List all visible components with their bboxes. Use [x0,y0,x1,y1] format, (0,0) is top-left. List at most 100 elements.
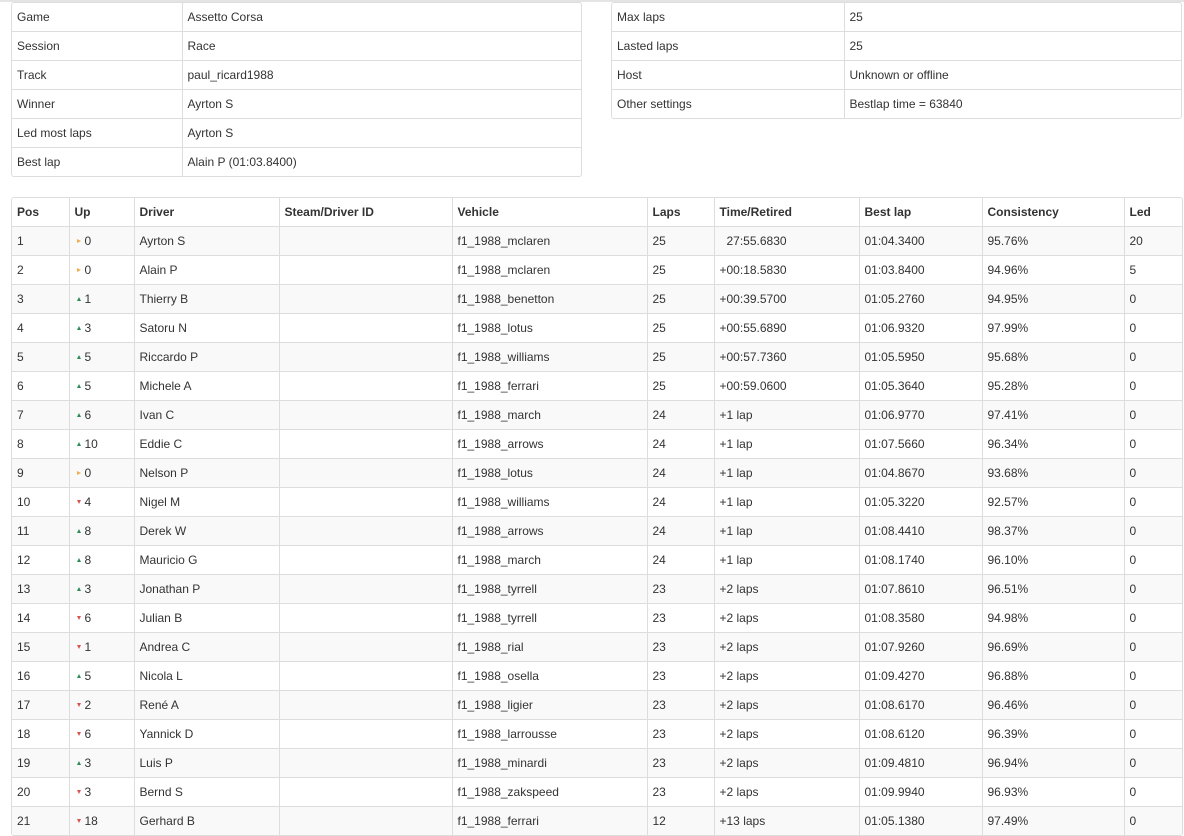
table-row: 1 0 Ayrton S f1_1988_mclaren 25 27:55.6830 01:… [12,226,1182,256]
triangle-down-icon [76,644,81,649]
consistency-cell: 97.99% [981,313,1124,343]
up-cell: 4 [68,487,134,517]
consistency-cell: 96.88% [981,661,1124,691]
info-row: Other settings Bestlap time = 63840 [612,89,1181,118]
led-cell: 0 [1123,719,1182,749]
info-value: Bestlap time = 63840 [843,89,1181,118]
position-change-value: 5 [84,350,92,364]
time-cell: +1 lap [713,458,859,488]
column-header-pos[interactable]: Pos [12,198,69,227]
steam-id-cell [278,632,452,662]
steam-id-cell [278,719,452,749]
column-header-laps[interactable]: Laps [646,198,714,227]
triangle-right-icon [76,238,81,243]
position-change-value: 3 [84,756,92,770]
time-cell: +1 lap [713,487,859,517]
best-lap-cell: 01:08.6170 [858,690,982,720]
laps-cell: 25 [646,226,714,256]
best-lap-cell: 01:08.3580 [858,603,982,633]
triangle-right-icon [76,470,81,475]
position-change-value: 8 [84,524,92,538]
info-row: Led most laps Ayrton S [12,118,581,148]
pos-cell: 21 [12,806,69,835]
column-header-time-retired[interactable]: Time/Retired [713,198,859,227]
steam-id-cell [278,806,452,835]
table-row: 12 8 Mauricio G f1_1988_march 24 +1 lap 01:08.… [12,545,1182,575]
position-change-value: 10 [84,437,98,451]
table-row: 17 2 René A f1_1988_ligier 23 +2 laps 01:08.61… [12,690,1182,720]
driver-cell: Ayrton S [133,226,279,256]
up-cell: 3 [68,748,134,778]
led-cell: 0 [1123,342,1182,372]
pos-cell: 16 [12,661,69,691]
table-row: 6 5 Michele Af1_1988_ferrari 25 +00:59.0600 0… [12,371,1182,401]
info-label: Led most laps [12,118,182,148]
vehicle-cell: f1_1988_williams [451,342,647,372]
driver-cell: Satoru N [133,313,279,343]
column-header-led[interactable]: Led [1123,198,1182,227]
position-change-value: 3 [84,785,92,799]
info-row: Best lap Alain P (01:03.8400) [12,147,581,176]
pos-cell: 18 [12,719,69,749]
consistency-cell: 94.95% [981,284,1124,314]
triangle-up-icon [76,586,81,591]
time-cell: +00:39.5700 [713,284,859,314]
vehicle-cell: f1_1988_tyrrell [451,574,647,604]
driver-cell: Andrea C [133,632,279,662]
time-cell: +2 laps [713,690,859,720]
triangle-up-icon [76,760,81,765]
pos-cell: 13 [12,574,69,604]
column-header-vehicle[interactable]: Vehicle [451,198,647,227]
table-row: 8 10 Eddie C f1_1988_arrows 24 +1 lap 01:07.56… [12,429,1182,459]
info-row: Session Race [12,31,581,61]
laps-cell: 24 [646,458,714,488]
consistency-cell: 97.49% [981,806,1124,835]
info-row: Max laps 25 [612,3,1181,32]
led-cell: 0 [1123,458,1182,488]
info-label: Max laps [617,10,666,24]
info-value: paul_ricard1988 [181,60,581,90]
vehicle-cell: f1_1988_osella [451,661,647,691]
table-row: 5 5 Riccardo P f1_1988_williams 25 +00:57.736… [12,342,1182,372]
steam-id-cell [278,255,452,285]
time-cell: +1 lap [713,516,859,546]
time-cell: +1 lap [713,545,859,575]
vehicle-cell: f1_1988_benetton [451,284,647,314]
position-change-value: 6 [84,408,92,422]
triangle-down-icon [76,731,81,736]
led-cell: 5 [1123,255,1182,285]
table-row: 3 1 Thierry B f1_1988_benetton 25 +00:39.5700… [12,284,1182,314]
led-cell: 0 [1123,284,1182,314]
column-header-driver[interactable]: Driver [133,198,279,227]
driver-cell: Thierry B [133,284,279,314]
time-cell: +00:18.5830 [713,255,859,285]
triangle-up-icon [76,354,81,359]
vehicle-cell: f1_1988_larrousse [451,719,647,749]
column-header-steam-driver-id[interactable]: Steam/Driver ID [278,198,452,227]
laps-cell: 24 [646,545,714,575]
steam-id-cell [278,400,452,430]
laps-cell: 23 [646,719,714,749]
driver-cell: Yannick D [133,719,279,749]
laps-cell: 23 [646,690,714,720]
position-change-value: 5 [84,379,92,393]
info-value: Unknown or offline [843,60,1181,90]
position-change-value: 18 [84,814,98,828]
led-cell: 0 [1123,545,1182,575]
laps-cell: 23 [646,661,714,691]
column-header-consistency[interactable]: Consistency [981,198,1124,227]
column-header-best-lap[interactable]: Best lap [858,198,982,227]
consistency-cell: 95.28% [981,371,1124,401]
consistency-cell: 94.98% [981,603,1124,633]
laps-cell: 12 [646,806,714,835]
triangle-down-icon [76,818,81,823]
position-change-value: 0 [84,234,92,248]
best-lap-cell: 01:07.8610 [858,574,982,604]
up-cell: 18 [68,806,134,835]
up-cell: 3 [68,777,134,807]
column-header-up[interactable]: Up [68,198,134,227]
led-cell: 20 [1123,226,1182,256]
triangle-up-icon [76,383,81,388]
table-row: 11 8 Derek W f1_1988_arrows 24 +1 lap 01:08.44… [12,516,1182,546]
consistency-cell: 97.41% [981,400,1124,430]
